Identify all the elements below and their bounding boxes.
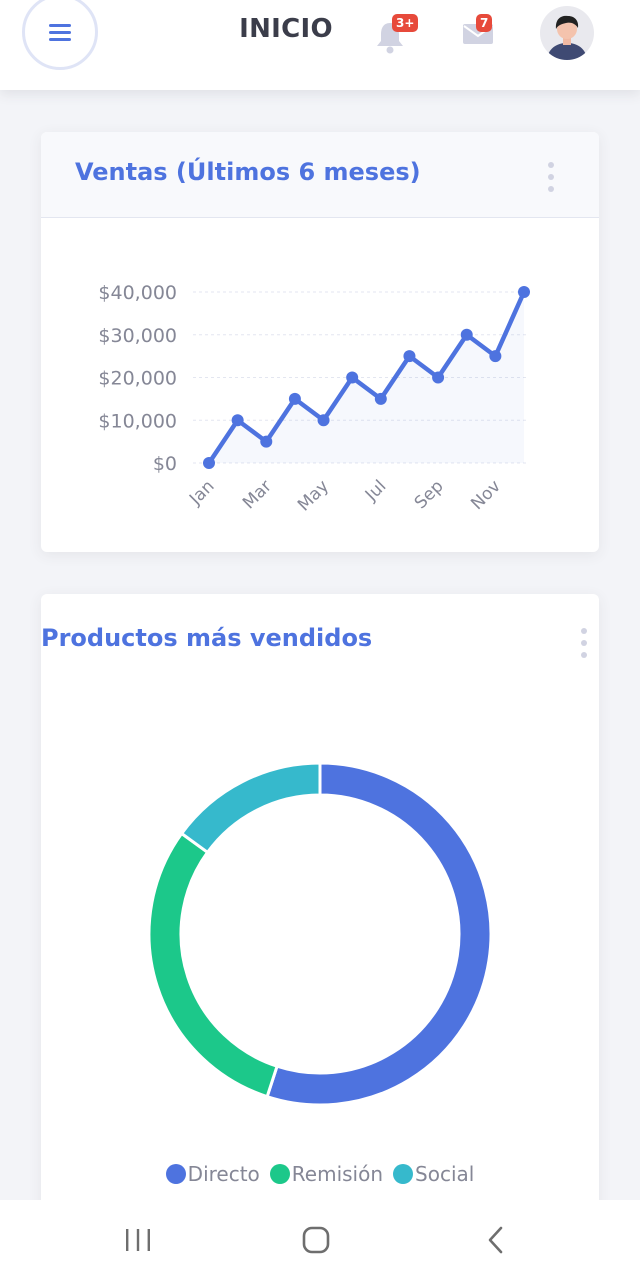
doughnut-slice <box>147 831 279 1099</box>
doughnut-slice <box>265 761 493 1107</box>
legend-swatch <box>269 1164 290 1184</box>
alerts-button[interactable]: 3+ <box>374 12 419 54</box>
recent-apps-icon <box>126 1229 150 1251</box>
data-point <box>403 350 416 363</box>
system-navigation-bar <box>0 1200 640 1281</box>
products-card: Productos más vendidos Directo Remisión So… <box>41 594 599 1234</box>
data-point <box>374 392 387 405</box>
messages-button[interactable]: 7 <box>458 12 498 52</box>
back-icon <box>488 1226 503 1254</box>
top-bar: INICIO 3+ 7 <box>0 0 640 90</box>
recent-apps-button[interactable] <box>118 1220 158 1260</box>
alerts-badge: 3+ <box>392 14 419 32</box>
data-point <box>518 286 530 298</box>
user-avatar-icon <box>540 6 594 60</box>
x-tick-label: Nov <box>467 476 505 514</box>
data-point <box>346 371 359 384</box>
data-point <box>317 414 330 427</box>
y-tick-label: $30,000 <box>98 325 177 347</box>
x-tick-label: Sep <box>411 476 448 513</box>
data-point <box>203 457 215 469</box>
products-doughnut-chart <box>147 761 493 1107</box>
legend-item[interactable]: Social <box>393 1162 474 1186</box>
legend-label: Remisión <box>291 1162 384 1186</box>
sales-card: Ventas (Últimos 6 meses) $0 $10,000 $20,00… <box>41 132 599 552</box>
x-tick-label: Mar <box>239 476 276 513</box>
data-point <box>288 392 301 405</box>
x-tick-label: Jan <box>185 476 218 509</box>
series-area <box>209 292 524 463</box>
sales-card-menu-icon[interactable] <box>544 162 558 192</box>
data-point <box>489 350 502 363</box>
legend-item[interactable]: Directo <box>165 1162 260 1186</box>
data-point <box>432 371 445 384</box>
x-tick-label: May <box>294 476 333 515</box>
y-tick-label: $0 <box>153 453 177 475</box>
data-point <box>260 435 273 448</box>
legend-swatch <box>165 1164 186 1184</box>
data-point <box>231 414 244 427</box>
doughnut-slice <box>179 761 322 855</box>
home-icon <box>302 1226 330 1254</box>
chart-legend: Directo Remisión Social <box>41 1162 599 1186</box>
x-tick-label: Jul <box>361 476 390 505</box>
legend-label: Social <box>415 1162 475 1186</box>
home-button[interactable] <box>296 1220 336 1260</box>
y-tick-label: $40,000 <box>98 282 177 304</box>
y-tick-label: $20,000 <box>98 368 177 390</box>
legend-swatch <box>393 1164 414 1184</box>
legend-label: Directo <box>187 1162 260 1186</box>
sales-card-header: Ventas (Últimos 6 meses) <box>41 132 599 218</box>
y-tick-label: $10,000 <box>98 410 177 432</box>
messages-badge: 7 <box>476 14 493 32</box>
sales-area-chart: $0 $10,000 $20,000 $30,000 $40,000 Jan Mar May J… <box>98 282 530 515</box>
avatar[interactable] <box>540 6 594 60</box>
back-button[interactable] <box>476 1220 516 1260</box>
data-point <box>460 328 473 341</box>
legend-item[interactable]: Remisión <box>269 1162 384 1186</box>
sales-card-title: Ventas (Últimos 6 meses) <box>75 158 421 186</box>
